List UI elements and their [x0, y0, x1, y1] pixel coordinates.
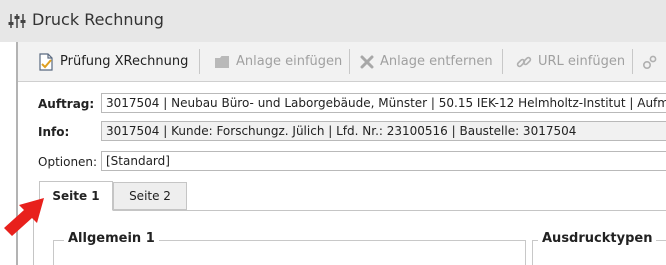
url-einfuegen-label: URL einfügen [538, 54, 626, 69]
folder-icon [215, 55, 229, 68]
allgemein-group-border-right [525, 240, 526, 265]
pruefung-xrechnung-button[interactable]: Prüfung XRechnung [38, 42, 188, 81]
auftrag-label: Auftrag: [38, 97, 95, 111]
allgemein-group-title: Allgemein 1 [64, 231, 159, 246]
x-icon [360, 55, 374, 68]
toolbar-separator [632, 49, 633, 74]
ausdrucktypen-group-title: Ausdrucktypen [538, 231, 657, 246]
optionen-select[interactable]: [Standard] [101, 151, 666, 171]
toolbar-separator [199, 49, 200, 74]
anlage-entfernen-button[interactable]: Anlage entfernen [360, 42, 493, 81]
document-check-icon [39, 52, 53, 71]
auftrag-field[interactable]: 3017504 | Neubau Büro- und Laborgebäude,… [101, 93, 666, 113]
sliders-icon [8, 14, 26, 28]
info-field: 3017504 | Kunde: Forschungz. Jülich | Lf… [101, 121, 666, 141]
link-icon [516, 56, 532, 67]
ausdrucktypen-group-border-left [532, 240, 533, 265]
gears-icon [642, 55, 657, 69]
pruefung-xrechnung-label: Prüfung XRechnung [60, 54, 189, 69]
info-label: Info: [38, 125, 70, 139]
optionen-label: Optionen: [38, 155, 98, 169]
window-titlebar: Druck Rechnung [0, 0, 666, 42]
toolbar-separator [502, 49, 503, 74]
tab-seite-1-label: Seite 1 [52, 189, 100, 203]
tab-seite-1[interactable]: Seite 1 [39, 181, 113, 211]
anlage-einfuegen-button[interactable]: Anlage einfügen [214, 42, 342, 81]
tab-seite-2[interactable]: Seite 2 [113, 182, 187, 210]
anlage-entfernen-label: Anlage entfernen [380, 54, 493, 69]
tab-seite-2-label: Seite 2 [129, 189, 171, 203]
url-einfuegen-button[interactable]: URL einfügen [516, 42, 625, 81]
gears-button[interactable] [642, 42, 664, 81]
toolbar: Prüfung XRechnung Anlage einfügen Anlage… [18, 42, 666, 82]
anlage-einfuegen-label: Anlage einfügen [236, 54, 343, 69]
allgemein-group-border-left [53, 240, 54, 265]
window-title: Druck Rechnung [32, 10, 164, 29]
toolbar-separator [349, 49, 350, 74]
annotation-arrow-icon [4, 198, 44, 236]
